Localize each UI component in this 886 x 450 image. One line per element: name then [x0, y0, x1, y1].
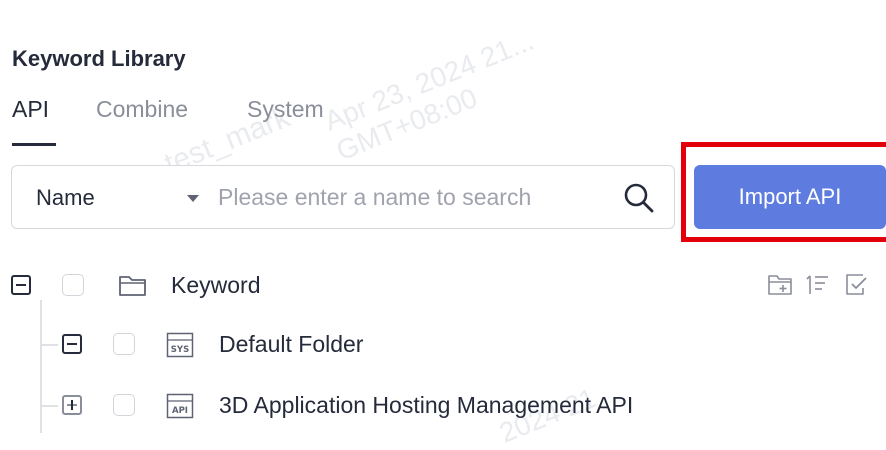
- search-input[interactable]: [218, 176, 618, 218]
- collapse-icon[interactable]: [11, 275, 31, 295]
- tree-node-label[interactable]: 3D Application Hosting Management API: [219, 392, 633, 419]
- tree-node-label[interactable]: Default Folder: [219, 331, 363, 358]
- watermark: Apr 23, 2024 21... GMT+08:00: [320, 24, 539, 167]
- tab-combine[interactable]: Combine: [96, 96, 188, 123]
- page-title: Keyword Library: [12, 46, 186, 71]
- search-field-select-value: Name: [36, 185, 95, 210]
- select-icon[interactable]: [843, 272, 869, 298]
- default-folder-checkbox[interactable]: [113, 333, 135, 355]
- search-bar: Name: [11, 165, 675, 229]
- svg-text:SYS: SYS: [171, 345, 189, 355]
- 3d-application-checkbox[interactable]: [113, 394, 135, 416]
- search-icon[interactable]: [622, 181, 656, 215]
- collapse-icon[interactable]: [62, 334, 82, 354]
- caret-down-icon: [187, 195, 199, 202]
- folder-icon: [119, 276, 146, 296]
- tab-system[interactable]: System: [247, 96, 324, 123]
- import-api-button[interactable]: Import API: [694, 165, 886, 229]
- add-folder-icon[interactable]: [767, 272, 793, 298]
- svg-text:API: API: [172, 406, 188, 416]
- expand-icon[interactable]: [62, 395, 82, 415]
- active-tab-indicator: [12, 143, 56, 146]
- tree-guide-line: [40, 300, 42, 433]
- sort-icon[interactable]: [805, 272, 831, 298]
- sys-badge-icon: SYS: [166, 332, 194, 358]
- tree-node-label[interactable]: Keyword: [171, 272, 260, 299]
- tab-api[interactable]: API: [12, 96, 49, 123]
- root-checkbox[interactable]: [62, 274, 84, 296]
- tree-guide-line: [40, 405, 58, 407]
- tree-guide-line: [40, 344, 58, 346]
- api-badge-icon: API: [166, 393, 194, 419]
